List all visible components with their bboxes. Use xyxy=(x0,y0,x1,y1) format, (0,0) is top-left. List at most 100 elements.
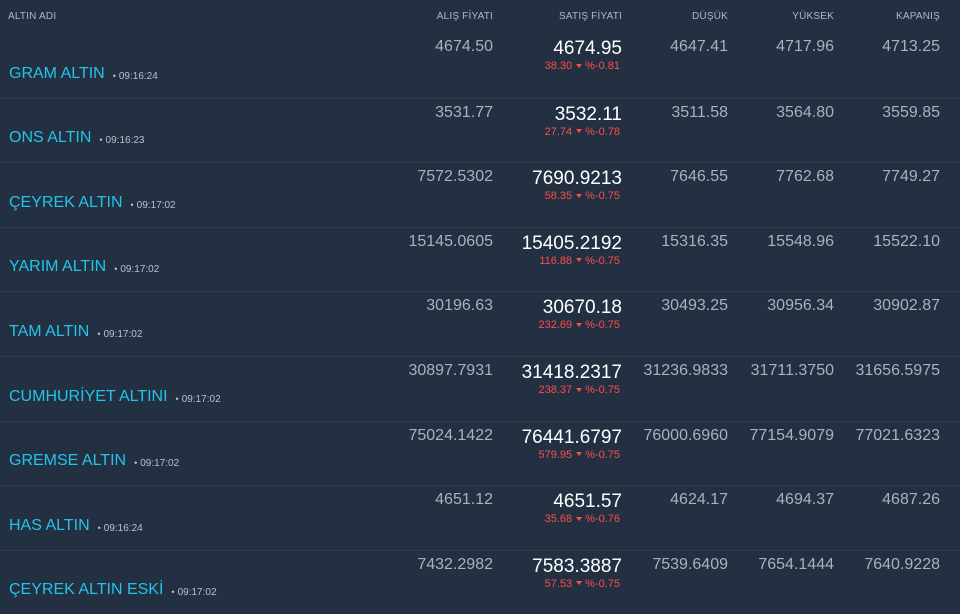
change-percent: %-0.75 xyxy=(585,190,620,203)
close-price: 3559.85 xyxy=(882,103,940,121)
close-price: 31656.5975 xyxy=(855,361,940,379)
column-header-sell[interactable]: SATIŞ FİYATI xyxy=(493,11,622,22)
down-caret-icon xyxy=(576,193,583,198)
down-caret-icon xyxy=(576,516,583,521)
gold-name-link[interactable]: CUMHURİYET ALTINI xyxy=(9,388,168,406)
update-time: 09:17:02 xyxy=(97,328,142,341)
high-price: 4717.96 xyxy=(776,38,834,55)
gold-name-link[interactable]: TAM ALTIN xyxy=(9,323,89,341)
change-amount: 579.95 xyxy=(538,448,573,461)
sell-price: 3532.11 xyxy=(554,103,622,125)
change-value: 57.53 %-0.75 xyxy=(493,578,622,591)
table-row[interactable]: ÇEYREK ALTIN ESKİ 09:17:02 7432.2982 758… xyxy=(0,549,960,614)
column-header-low[interactable]: DÜŞÜK xyxy=(622,11,728,22)
buy-price: 30897.7931 xyxy=(408,361,493,379)
change-amount: 116.88 xyxy=(539,254,573,267)
sell-cell: 7690.9213 58.35 %-0.75 xyxy=(493,163,622,227)
buy-price: 75024.1422 xyxy=(408,426,493,444)
row-name-cell: HAS ALTIN 09:16:24 xyxy=(0,486,390,550)
sell-price: 31418.2317 xyxy=(521,361,622,383)
change-percent: %-0.75 xyxy=(585,383,620,396)
buy-price: 7432.2982 xyxy=(417,555,493,573)
column-header-close[interactable]: KAPANIŞ xyxy=(834,11,940,22)
update-time: 09:16:24 xyxy=(98,522,143,535)
change-amount: 238.37 xyxy=(538,383,573,396)
table-row[interactable]: YARIM ALTIN 09:17:02 15145.0605 15405.21… xyxy=(0,226,960,292)
table-row[interactable]: ÇEYREK ALTIN 09:17:02 7572.5302 7690.921… xyxy=(0,162,960,227)
sell-cell: 31418.2317 238.37 %-0.75 xyxy=(493,357,622,421)
row-name-cell: ÇEYREK ALTIN ESKİ 09:17:02 xyxy=(0,551,390,614)
table-row[interactable]: TAM ALTIN 09:17:02 30196.63 30670.18 232… xyxy=(0,291,960,356)
sell-cell: 7583.3887 57.53 %-0.75 xyxy=(493,551,622,614)
high-price: 77154.9079 xyxy=(749,426,834,444)
down-caret-icon xyxy=(576,452,583,457)
gold-name-link[interactable]: ÇEYREK ALTIN ESKİ xyxy=(9,581,163,599)
row-name-cell: CUMHURİYET ALTINI 09:17:02 xyxy=(0,357,390,421)
table-header: ALTIN ADI ALIŞ FİYATI SATIŞ FİYATI DÜŞÜK… xyxy=(0,0,960,33)
gold-name-link[interactable]: ÇEYREK ALTIN xyxy=(9,194,123,212)
gold-price-table: ALTIN ADI ALIŞ FİYATI SATIŞ FİYATI DÜŞÜK… xyxy=(0,0,960,614)
close-price: 30902.87 xyxy=(873,297,940,315)
low-price: 7646.55 xyxy=(670,168,728,186)
table-row[interactable]: CUMHURİYET ALTINI 09:17:02 30897.7931 31… xyxy=(0,355,960,421)
low-price: 4624.17 xyxy=(670,491,728,509)
gold-name-link[interactable]: GRAM ALTIN xyxy=(9,65,105,83)
buy-price: 30196.63 xyxy=(426,297,493,315)
down-caret-icon xyxy=(576,258,583,263)
gold-name-link[interactable]: HAS ALTIN xyxy=(9,517,90,535)
sell-cell: 76441.6797 579.95 %-0.75 xyxy=(493,422,622,486)
sell-cell: 15405.2192 116.88 %-0.75 xyxy=(493,228,622,292)
low-price: 15316.35 xyxy=(661,232,728,250)
high-price: 4694.37 xyxy=(776,491,834,509)
update-time: 09:17:02 xyxy=(114,263,159,276)
update-time: 09:17:02 xyxy=(171,586,217,599)
buy-price: 4651.12 xyxy=(435,491,493,509)
low-price: 31236.9833 xyxy=(643,361,728,379)
row-name-cell: ÇEYREK ALTIN 09:17:02 xyxy=(0,163,390,227)
high-price: 7654.1444 xyxy=(758,555,834,573)
close-price: 7749.27 xyxy=(882,168,940,186)
down-caret-icon xyxy=(576,63,583,68)
close-price: 15522.10 xyxy=(873,232,940,250)
high-price: 30956.34 xyxy=(767,297,834,315)
update-time: 09:16:24 xyxy=(113,70,158,83)
low-price: 7539.6409 xyxy=(652,555,728,573)
update-time: 09:17:02 xyxy=(134,457,179,470)
sell-price: 7690.9213 xyxy=(532,168,622,190)
table-row[interactable]: HAS ALTIN 09:16:24 4651.12 4651.57 35.68… xyxy=(0,485,960,550)
buy-price: 15145.0605 xyxy=(408,232,493,250)
column-header-high[interactable]: YÜKSEK xyxy=(728,11,834,22)
gold-name-link[interactable]: GREMSE ALTIN xyxy=(9,452,126,470)
gold-name-link[interactable]: YARIM ALTIN xyxy=(9,258,106,276)
row-name-cell: YARIM ALTIN 09:17:02 xyxy=(0,228,390,292)
high-price: 7762.68 xyxy=(776,168,834,186)
close-price: 77021.6323 xyxy=(855,426,940,444)
sell-cell: 30670.18 232.69 %-0.75 xyxy=(493,292,622,356)
table-row[interactable]: GRAM ALTIN 09:16:24 4674.50 4674.95 38.3… xyxy=(0,33,960,98)
column-header-buy[interactable]: ALIŞ FİYATI xyxy=(390,11,493,22)
update-time: 09:16:23 xyxy=(99,134,145,147)
down-caret-icon xyxy=(576,387,583,392)
table-row[interactable]: GREMSE ALTIN 09:17:02 75024.1422 76441.6… xyxy=(0,420,960,486)
change-percent: %-0.75 xyxy=(585,448,620,461)
gold-name-link[interactable]: ONS ALTIN xyxy=(9,129,91,147)
update-time: 09:17:02 xyxy=(176,393,221,406)
change-amount: 27.74 xyxy=(544,125,573,138)
sell-price: 15405.2192 xyxy=(521,232,622,254)
change-amount: 232.69 xyxy=(538,319,573,332)
close-price: 7640.9228 xyxy=(864,555,940,573)
change-value: 232.69 %-0.75 xyxy=(493,319,622,332)
change-percent: %-0.81 xyxy=(585,60,620,72)
row-name-cell: GREMSE ALTIN 09:17:02 xyxy=(0,422,390,486)
sell-price: 4651.57 xyxy=(553,491,622,513)
column-header-name[interactable]: ALTIN ADI xyxy=(0,11,390,22)
buy-price: 7572.5302 xyxy=(417,168,493,186)
change-value: 58.35 %-0.75 xyxy=(493,190,622,203)
low-price: 30493.25 xyxy=(661,297,728,315)
low-price: 76000.6960 xyxy=(643,426,728,444)
change-percent: %-0.75 xyxy=(585,319,620,332)
table-row[interactable]: ONS ALTIN 09:16:23 3531.77 3532.11 27.74… xyxy=(0,97,960,163)
change-value: 38.30 %-0.81 xyxy=(493,60,622,73)
change-percent: %-0.78 xyxy=(585,125,620,138)
sell-price: 4674.95 xyxy=(553,38,622,59)
